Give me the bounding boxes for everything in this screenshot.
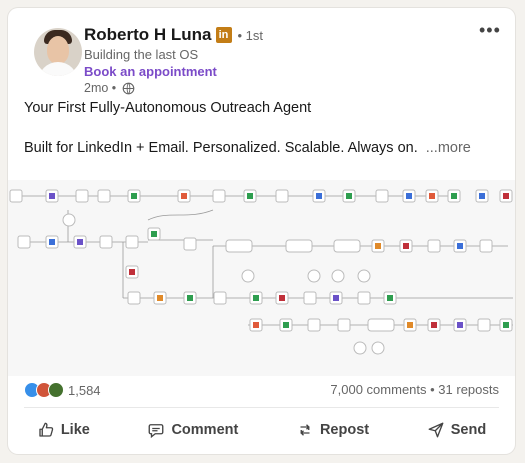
action-bar: Like Comment Repost Send	[8, 412, 515, 448]
repost-label: Repost	[319, 422, 370, 438]
post-text-line1: Your First Fully-Autonomous Outreach Age…	[24, 100, 312, 116]
author-avatar[interactable]	[34, 28, 82, 76]
connection-degree: • 1st	[237, 27, 264, 43]
thumbs-up-icon	[39, 422, 54, 437]
post-text-body: Built for LinkedIn + Email. Personalized…	[24, 140, 418, 156]
post-time: 2mo •	[84, 81, 117, 95]
workflow-diagram-image[interactable]	[8, 180, 515, 376]
like-button[interactable]: Like	[27, 412, 100, 448]
like-label: Like	[60, 422, 90, 438]
book-appointment-link[interactable]: Book an appointment	[84, 64, 217, 79]
linkedin-premium-icon: in	[215, 27, 232, 43]
workflow-node-accents	[49, 193, 509, 328]
post-text-line2: Built for LinkedIn + Email. Personalized…	[24, 140, 471, 156]
author-headline: Building the last OS	[84, 47, 199, 62]
comment-label: Comment	[171, 422, 239, 438]
action-divider	[24, 407, 499, 408]
author-name-row: Roberto H Luna in • 1st	[84, 25, 263, 45]
send-button[interactable]: Send	[417, 412, 496, 448]
support-reaction-icon	[48, 382, 64, 398]
see-more-link[interactable]: ...more	[426, 140, 471, 156]
more-options-icon[interactable]: •••	[479, 20, 501, 41]
reposts-count-link[interactable]: 31 reposts	[438, 382, 499, 397]
repost-button[interactable]: Repost	[286, 412, 379, 448]
post-card: Roberto H Luna in • 1st Building the las…	[8, 8, 515, 454]
comment-button[interactable]: Comment	[137, 412, 248, 448]
post-meta: 2mo •	[84, 81, 135, 95]
workflow-nodes	[9, 189, 513, 355]
reactions-summary[interactable]: 1,584	[24, 382, 101, 398]
author-name[interactable]: Roberto H Luna	[84, 25, 212, 45]
globe-icon	[122, 82, 135, 94]
repost-icon	[300, 424, 310, 436]
comment-icon	[149, 424, 164, 439]
send-icon	[428, 422, 444, 438]
reaction-count: 1,584	[68, 382, 101, 398]
send-label: Send	[450, 422, 487, 438]
comments-count-link[interactable]: 7,000 comments	[330, 382, 426, 397]
engagement-stats: 7,000 comments • 31 reposts	[330, 382, 499, 397]
stats-separator: •	[426, 382, 439, 397]
